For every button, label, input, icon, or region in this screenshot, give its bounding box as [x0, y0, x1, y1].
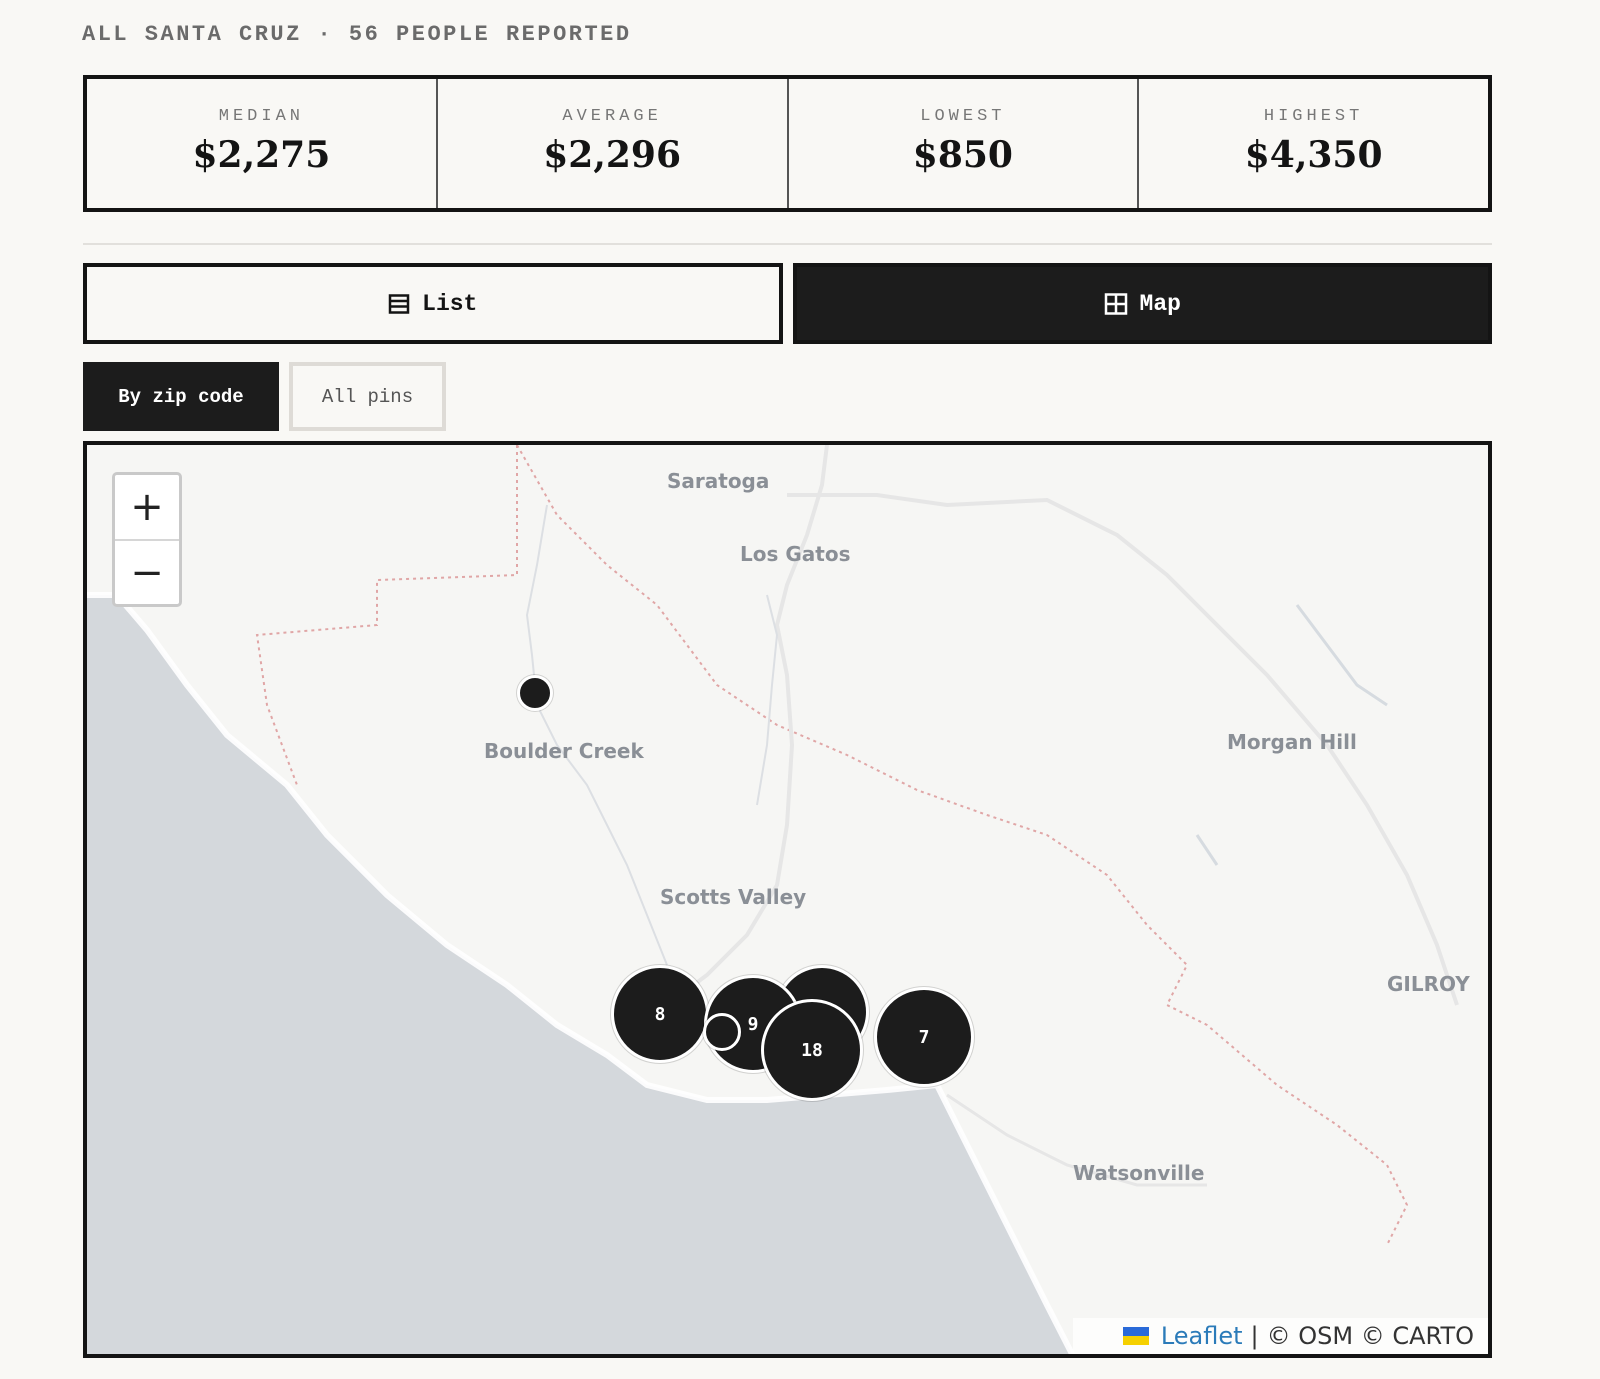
ukraine-flag-icon	[1122, 1327, 1149, 1345]
stat-value: $4,350	[1244, 134, 1383, 176]
list-view-label: List	[422, 290, 478, 317]
place-label-morgan-hill: Morgan Hill	[1227, 730, 1357, 754]
summary-eyebrow: ALL SANTA CRUZ · 56 PEOPLE REPORTED	[82, 22, 632, 47]
view-toggle: List Map	[83, 263, 1492, 344]
all-pins-button[interactable]: All pins	[289, 362, 446, 431]
grid-icon	[1104, 292, 1128, 315]
stat-median: MEDIAN $2,275	[87, 79, 438, 208]
map-pin[interactable]	[517, 675, 553, 711]
zoom-control: + −	[112, 472, 182, 607]
place-label-watsonville: Watsonville	[1073, 1161, 1205, 1185]
map-view-label: Map	[1139, 290, 1181, 317]
by-zip-code-button[interactable]: By zip code	[83, 362, 279, 431]
stat-value: $2,275	[192, 134, 331, 176]
zip-cluster-marker[interactable]: 8	[611, 965, 709, 1063]
map-mode-toggle: By zip code All pins	[83, 362, 446, 431]
list-view-button[interactable]: List	[83, 263, 783, 344]
place-label-boulder-creek: Boulder Creek	[484, 739, 644, 763]
stat-label: AVERAGE	[562, 107, 662, 126]
leaflet-link[interactable]: Leaflet	[1161, 1322, 1243, 1350]
zip-cluster-marker[interactable]: 18	[761, 999, 863, 1101]
stat-label: HIGHEST	[1263, 107, 1364, 126]
stat-label: LOWEST	[920, 107, 1006, 126]
zoom-in-button[interactable]: +	[115, 475, 179, 539]
ocean	[87, 595, 1072, 1354]
place-label-scotts-valley: Scotts Valley	[660, 885, 807, 909]
stats-panel: MEDIAN $2,275 AVERAGE $2,296 LOWEST $850…	[83, 75, 1492, 212]
stat-average: AVERAGE $2,296	[438, 79, 789, 208]
attribution-separator: |	[1250, 1322, 1259, 1350]
attribution-credits: © OSM © CARTO	[1266, 1322, 1474, 1350]
map-pin[interactable]	[703, 1013, 741, 1051]
stat-highest: HIGHEST $4,350	[1139, 79, 1488, 208]
zoom-out-button[interactable]: −	[115, 539, 179, 605]
place-label-saratoga: Saratoga	[667, 469, 770, 493]
zip-cluster-marker[interactable]: 7	[874, 987, 974, 1087]
map-view-button[interactable]: Map	[792, 263, 1492, 344]
place-label-los-gatos: Los Gatos	[740, 542, 851, 566]
place-label-gilroy: GILROY	[1387, 972, 1470, 996]
map-attribution: Leaflet | © OSM © CARTO	[1072, 1318, 1488, 1354]
stat-value: $850	[912, 134, 1013, 176]
stat-value: $2,296	[543, 134, 682, 176]
stat-label: MEDIAN	[218, 107, 304, 126]
list-icon	[388, 293, 410, 314]
highway	[665, 445, 829, 1007]
map-container[interactable]: + − Saratoga Los Gatos Boulder Creek Mor…	[83, 441, 1492, 1358]
stat-lowest: LOWEST $850	[789, 79, 1140, 208]
divider	[83, 243, 1492, 245]
